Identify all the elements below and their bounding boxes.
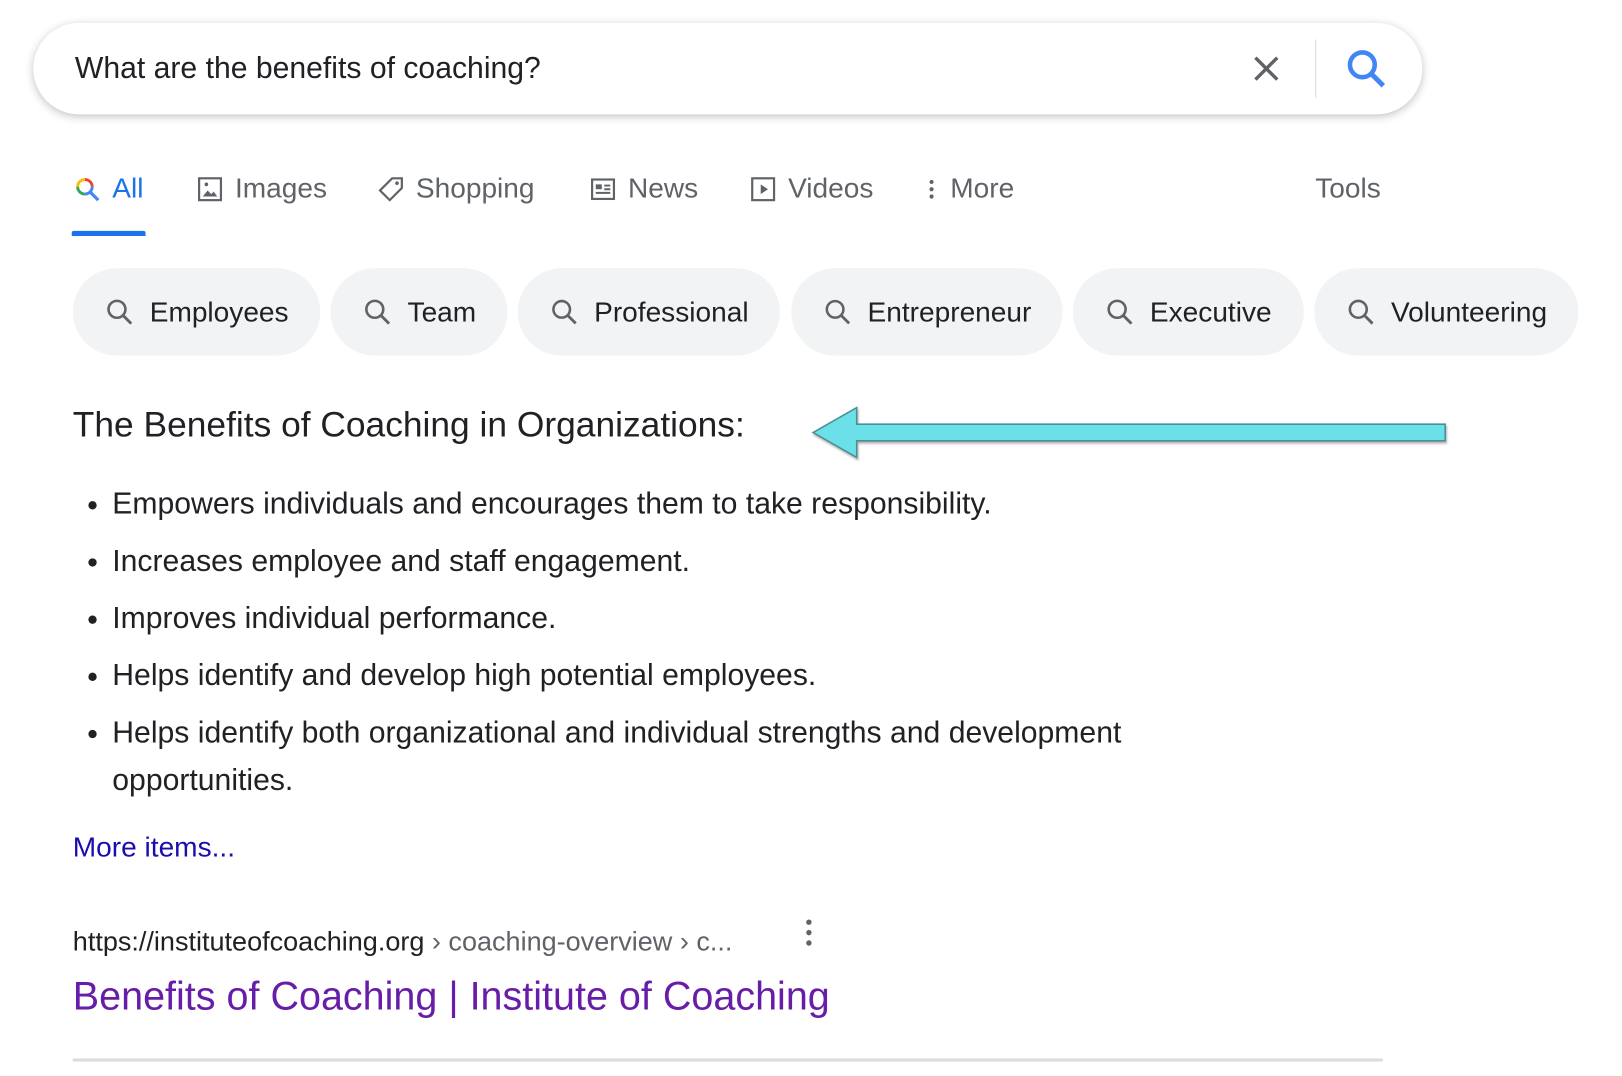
snippet-list: Empowers individuals and encourages them… xyxy=(73,480,1256,814)
more-options-icon[interactable] xyxy=(801,917,818,948)
tab-images[interactable]: Images xyxy=(195,173,327,205)
tools-button[interactable]: Tools xyxy=(1315,173,1381,205)
tab-label: Videos xyxy=(788,172,874,204)
list-item: Helps identify and develop high potentia… xyxy=(112,652,1256,700)
tab-news[interactable]: News xyxy=(588,173,698,205)
tab-label: Shopping xyxy=(415,172,535,204)
tab-label: News xyxy=(627,172,699,204)
tab-label: More xyxy=(950,172,1015,204)
chip-employees[interactable]: Employees xyxy=(72,268,321,356)
vertical-dots-icon xyxy=(929,179,934,199)
chip-volunteering[interactable]: Volunteering xyxy=(1314,268,1579,356)
search-input[interactable]: What are the benefits of coaching? xyxy=(75,23,541,114)
chip-label: Volunteering xyxy=(1390,295,1548,327)
close-icon[interactable] xyxy=(1248,50,1285,87)
chip-label: Employees xyxy=(149,295,289,327)
image-icon xyxy=(198,176,223,201)
search-box[interactable]: What are the benefits of coaching? xyxy=(33,22,1423,115)
search-icon xyxy=(825,299,851,325)
newspaper-icon xyxy=(591,177,616,200)
tab-label: Images xyxy=(234,172,328,204)
search-icon xyxy=(365,299,391,325)
result-url[interactable]: https://instituteofcoaching.org › coachi… xyxy=(73,925,733,957)
search-icon xyxy=(1348,299,1374,325)
list-item: Empowers individuals and encourages them… xyxy=(112,480,1256,528)
chip-label: Professional xyxy=(594,295,749,327)
list-item: Improves individual performance. xyxy=(112,595,1256,643)
more-items-link[interactable]: More items... xyxy=(73,832,235,864)
search-icon xyxy=(552,299,577,325)
tab-label: All xyxy=(112,172,144,204)
active-tab-indicator xyxy=(71,230,146,237)
chip-entrepreneur[interactable]: Entrepreneur xyxy=(791,268,1063,356)
tag-icon xyxy=(378,176,403,202)
chip-label: Executive xyxy=(1149,295,1272,327)
divider xyxy=(72,1058,1383,1062)
url-breadcrumb: › coaching-overview › c... xyxy=(424,925,733,957)
chip-label: Entrepreneur xyxy=(867,295,1032,327)
search-multicolor-icon xyxy=(76,177,100,201)
tab-more[interactable]: More xyxy=(919,173,1014,205)
chip-team[interactable]: Team xyxy=(330,268,508,356)
divider xyxy=(1315,39,1317,98)
tab-shopping[interactable]: Shopping xyxy=(376,172,535,205)
search-icon xyxy=(1107,299,1133,325)
url-domain: https://instituteofcoaching.org xyxy=(72,925,425,957)
list-item: Increases employee and staff engagement. xyxy=(112,538,1256,586)
search-icon[interactable] xyxy=(1343,46,1389,92)
annotation-arrow-icon xyxy=(811,406,1446,459)
chip-label: Team xyxy=(407,295,477,327)
snippet-heading: The Benefits of Coaching in Organization… xyxy=(72,405,745,445)
chip-executive[interactable]: Executive xyxy=(1072,268,1304,356)
search-icon xyxy=(107,299,133,325)
tab-all[interactable]: All xyxy=(73,172,144,205)
list-item: Helps identify both organizational and i… xyxy=(112,709,1256,805)
chip-professional[interactable]: Professional xyxy=(517,268,780,356)
result-title-link[interactable]: Benefits of Coaching | Institute of Coac… xyxy=(73,975,830,1020)
tab-videos[interactable]: Videos xyxy=(749,172,874,205)
play-icon xyxy=(751,176,776,201)
